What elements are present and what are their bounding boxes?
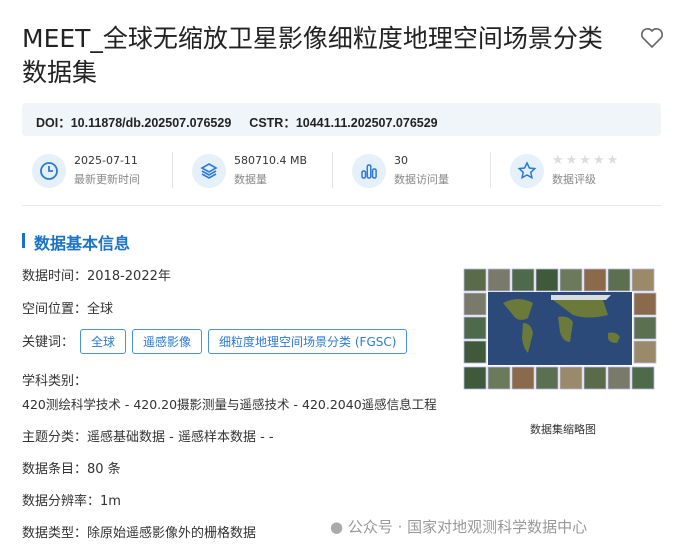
stat-label: 数据量 xyxy=(234,173,267,186)
thumbnail-tile xyxy=(463,366,487,390)
theme: 主题分类：遥感基础数据 - 遥感样本数据 - - xyxy=(22,430,274,445)
stat-updated: 2025-07-11 最新更新时间 xyxy=(22,150,182,200)
thumbnail-tile xyxy=(559,366,583,390)
thumbnail-tile xyxy=(535,268,559,292)
bar-chart-icon xyxy=(352,154,386,188)
keyword-tag[interactable]: 全球 xyxy=(80,329,127,354)
doi: DOI：10.11878/db.202507.076529 xyxy=(36,116,232,130)
stat-value: 580710.4 MB xyxy=(234,154,308,167)
dataset-thumbnail[interactable] xyxy=(463,265,657,392)
identifier-bar: DOI：10.11878/db.202507.076529 CSTR：10441.… xyxy=(22,103,661,136)
layers-icon xyxy=(192,154,226,188)
thumbnail-tile xyxy=(633,316,657,340)
thumbnail-tile xyxy=(535,366,559,390)
subject-label: 学科类别： xyxy=(22,374,88,389)
thumbnail-tile xyxy=(607,366,631,390)
thumbnail-tile xyxy=(463,340,487,364)
star-icon xyxy=(510,154,544,188)
thumbnail-tile xyxy=(511,366,535,390)
divider xyxy=(332,152,333,188)
resolution: 数据分辨率：1m xyxy=(22,494,121,509)
data-type: 数据类型：除原始遥感影像外的栅格数据 xyxy=(22,526,257,541)
clock-icon xyxy=(32,154,66,188)
thumbnail-tile xyxy=(463,292,487,316)
keywords-row: 关键词： 全球 遥感影像 细粒度地理空间场景分类 (FGSC) xyxy=(22,329,408,354)
stat-size: 580710.4 MB 数据量 xyxy=(182,150,342,200)
thumbnail-tile xyxy=(463,316,487,340)
rating-stars[interactable]: ★★★★★ xyxy=(552,153,620,168)
keywords-label: 关键词： xyxy=(22,335,75,350)
wechat-icon: ● xyxy=(330,518,344,536)
thumbnail-tile xyxy=(631,366,655,390)
stat-value: 2025-07-11 xyxy=(74,154,138,167)
thumbnail-tile xyxy=(463,268,487,292)
stat-rating: ★★★★★ 数据评级 xyxy=(500,150,660,200)
divider xyxy=(490,152,491,188)
keyword-tag[interactable]: 遥感影像 xyxy=(132,329,203,354)
entries: 数据条目：80 条 xyxy=(22,462,121,477)
thumbnail-tile xyxy=(511,268,535,292)
section-title: 数据基本信息 xyxy=(22,230,130,254)
data-time: 数据时间：2018-2022年 xyxy=(22,269,171,284)
thumbnail-tile xyxy=(487,366,511,390)
thumbnail-tile xyxy=(633,340,657,364)
divider xyxy=(172,152,173,188)
thumbnail-tile xyxy=(633,292,657,316)
subject-value: 420测绘科学技术 - 420.20摄影测量与遥感技术 - 420.2040遥感… xyxy=(22,397,437,412)
watermark-text: 公众号 · 国家对地观测科学数据中心 xyxy=(347,518,588,536)
page-title: MEET_全球无缩放卫星影像细粒度地理空间场景分类数据集 xyxy=(22,24,603,87)
thumbnail-tile xyxy=(607,268,631,292)
spatial-location: 空间位置：全球 xyxy=(22,302,114,317)
thumbnail-tile xyxy=(631,268,655,292)
keyword-tag[interactable]: 细粒度地理空间场景分类 (FGSC) xyxy=(208,329,408,354)
thumbnail-caption: 数据集缩略图 xyxy=(530,423,596,436)
stats-row: 2025-07-11 最新更新时间 580710.4 MB 数据量 30 数据访… xyxy=(22,150,661,200)
thumbnail-tile xyxy=(583,268,607,292)
stat-visits: 30 数据访问量 xyxy=(342,150,502,200)
stat-value: 30 xyxy=(394,154,408,167)
divider xyxy=(22,205,661,206)
cstr: CSTR：10441.11.202507.076529 xyxy=(249,116,438,130)
watermark: ● 公众号 · 国家对地观测科学数据中心 xyxy=(330,516,587,537)
stat-label: 数据访问量 xyxy=(394,173,449,186)
thumbnail-tile xyxy=(583,366,607,390)
thumbnail-tile xyxy=(559,268,583,292)
thumbnail-tile xyxy=(487,268,511,292)
stat-label: 最新更新时间 xyxy=(74,173,140,186)
stat-label: 数据评级 xyxy=(552,173,596,186)
favorite-heart-icon[interactable] xyxy=(640,27,664,49)
